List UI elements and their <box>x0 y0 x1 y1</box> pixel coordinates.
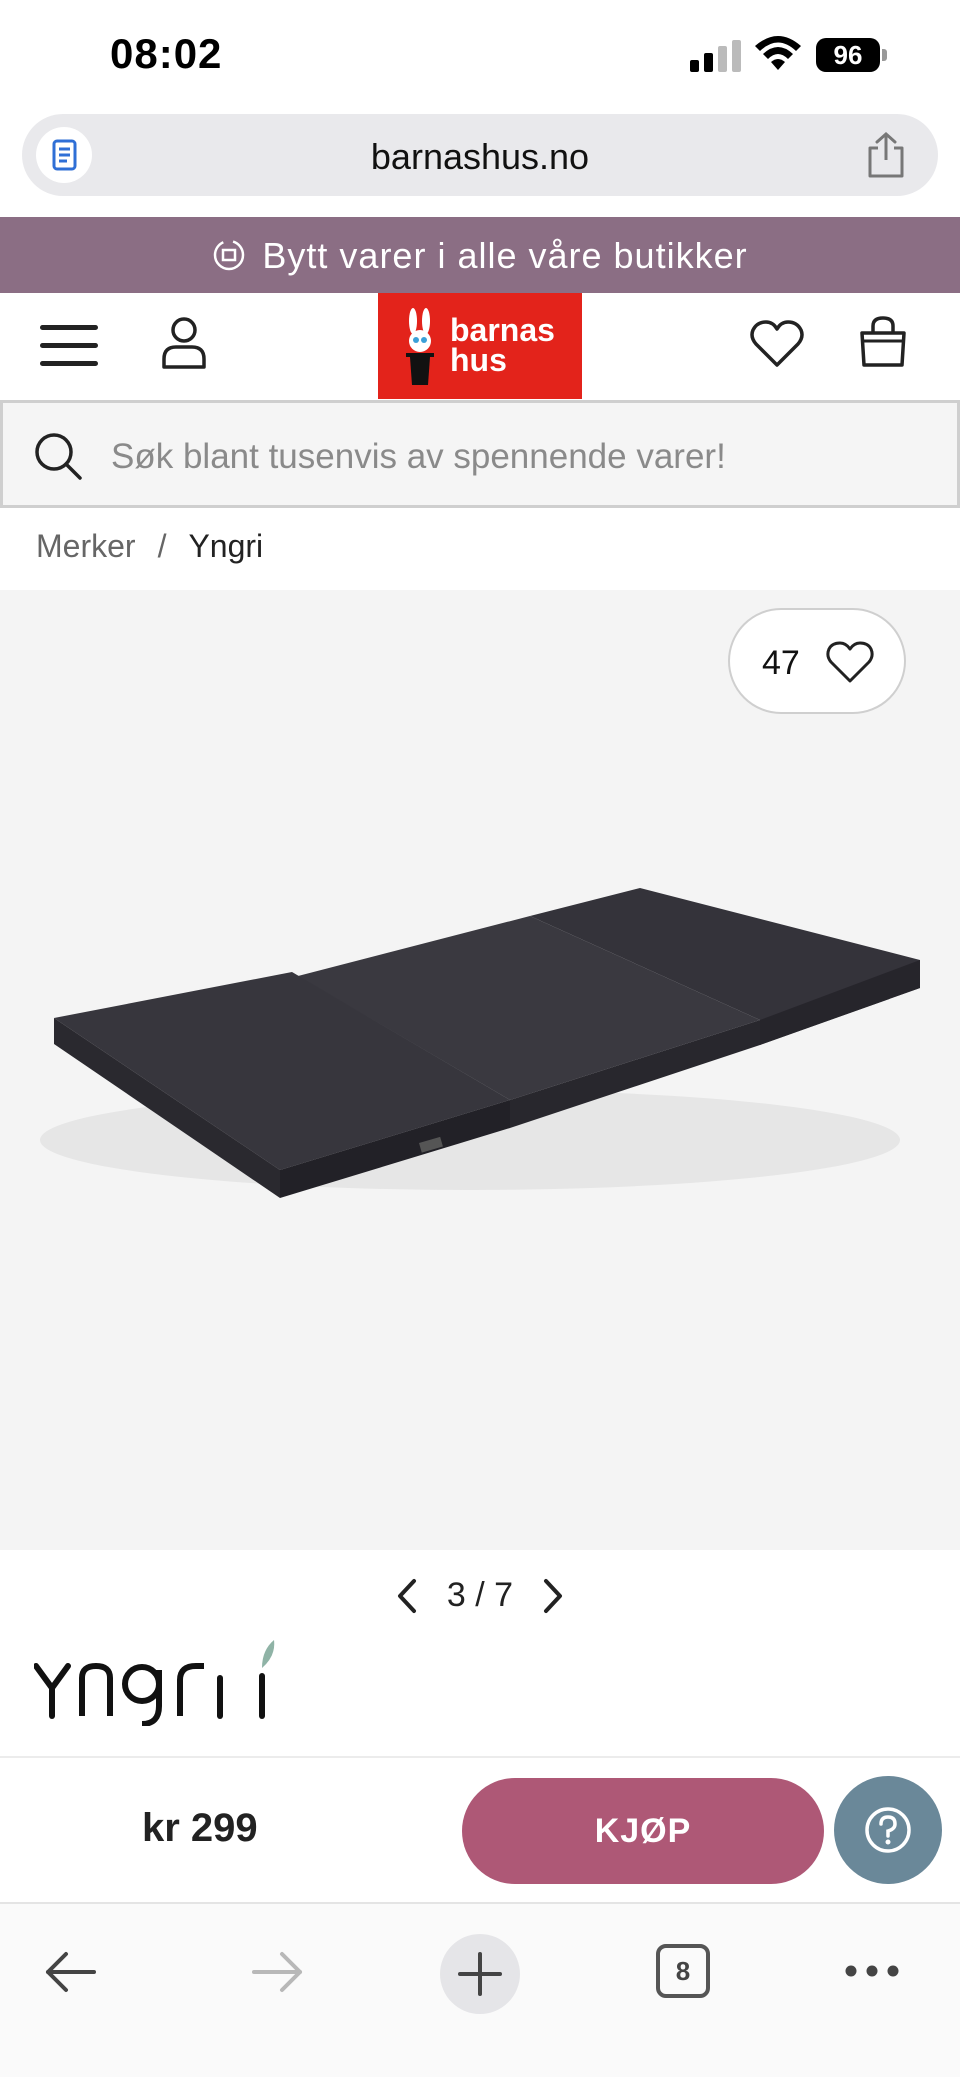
logo-line-2: hus <box>450 342 507 378</box>
back-arrow-icon[interactable] <box>44 1950 98 1994</box>
tabs-button[interactable]: 8 <box>656 1944 710 1998</box>
status-time: 08:02 <box>110 30 223 77</box>
heart-icon <box>826 641 874 683</box>
share-icon[interactable] <box>864 132 908 178</box>
url-text[interactable]: barnashus.no <box>22 136 938 178</box>
battery-level: 96 <box>816 38 880 72</box>
menu-icon[interactable] <box>40 325 98 367</box>
promo-banner[interactable]: Bytt varer i alle våre butikker <box>0 217 960 293</box>
plus-icon <box>458 1952 502 1996</box>
battery-indicator: 96 <box>816 38 888 72</box>
more-icon[interactable] <box>844 1964 900 1978</box>
status-bar: 08:02 96 <box>0 0 960 110</box>
address-bar[interactable]: barnashus.no <box>22 114 938 196</box>
product-image-gallery[interactable]: 47 <box>0 590 960 1550</box>
favorite-count: 47 <box>762 644 800 682</box>
breadcrumb: Merker / Yngri <box>36 528 263 565</box>
signal-icon <box>690 40 741 72</box>
chevron-left-icon[interactable] <box>394 1578 420 1614</box>
favorite-button[interactable]: 47 <box>728 608 906 714</box>
divider <box>0 1756 960 1758</box>
product-image-mattress <box>40 888 920 1198</box>
brand-logo-yngri[interactable] <box>34 1636 284 1726</box>
forward-arrow-icon[interactable] <box>250 1950 304 1994</box>
search-input[interactable] <box>111 429 931 485</box>
breadcrumb-item-merker[interactable]: Merker <box>36 528 136 564</box>
search-icon[interactable] <box>33 431 83 481</box>
search-bar[interactable] <box>0 400 960 508</box>
user-icon[interactable] <box>160 315 208 371</box>
pager-text: 3 / 7 <box>446 1576 514 1614</box>
chevron-right-icon[interactable] <box>540 1578 566 1614</box>
exchange-icon <box>214 240 245 271</box>
help-icon <box>865 1807 911 1853</box>
image-pager: 3 / 7 <box>0 1570 960 1622</box>
new-tab-button[interactable] <box>440 1934 520 2014</box>
promo-text: Bytt varer i alle våre butikker <box>262 235 748 276</box>
breadcrumb-item-current: Yngri <box>188 528 264 564</box>
site-header: barnas hus <box>0 293 960 399</box>
buy-button[interactable]: KJØP <box>462 1778 824 1884</box>
help-button[interactable] <box>834 1776 942 1884</box>
wishlist-heart-icon[interactable] <box>750 319 804 369</box>
bag-icon[interactable] <box>858 315 908 369</box>
site-logo[interactable]: barnas hus <box>378 293 582 399</box>
product-price: kr 299 <box>142 1806 258 1850</box>
breadcrumb-separator: / <box>157 528 167 564</box>
browser-toolbar: 8 <box>0 1902 960 2077</box>
logo-line-1: barnas <box>450 312 555 348</box>
wifi-icon <box>755 36 801 70</box>
bunny-logo-icon <box>406 308 434 385</box>
